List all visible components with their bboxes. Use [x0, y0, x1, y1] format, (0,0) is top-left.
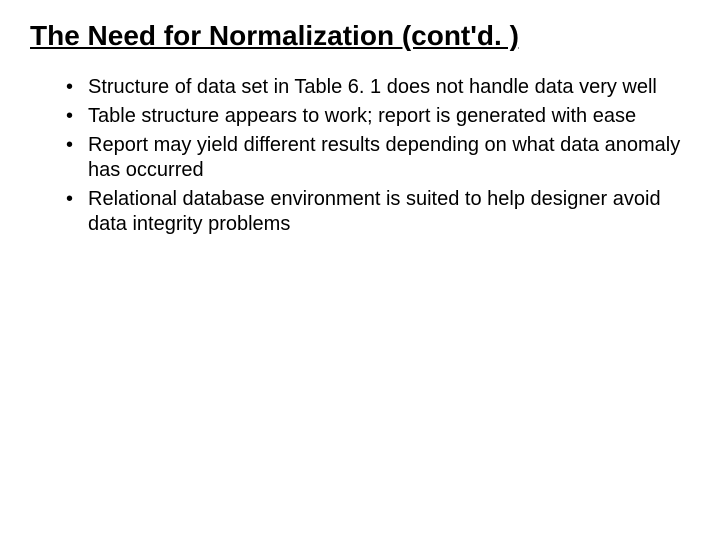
list-item: Structure of data set in Table 6. 1 does… — [66, 75, 690, 100]
list-item: Table structure appears to work; report … — [66, 104, 690, 129]
slide: The Need for Normalization (cont'd. ) St… — [0, 0, 720, 540]
list-item: Relational database environment is suite… — [66, 187, 690, 237]
bullet-list: Structure of data set in Table 6. 1 does… — [30, 75, 690, 237]
slide-title: The Need for Normalization (cont'd. ) — [30, 18, 690, 53]
list-item: Report may yield different results depen… — [66, 133, 690, 183]
